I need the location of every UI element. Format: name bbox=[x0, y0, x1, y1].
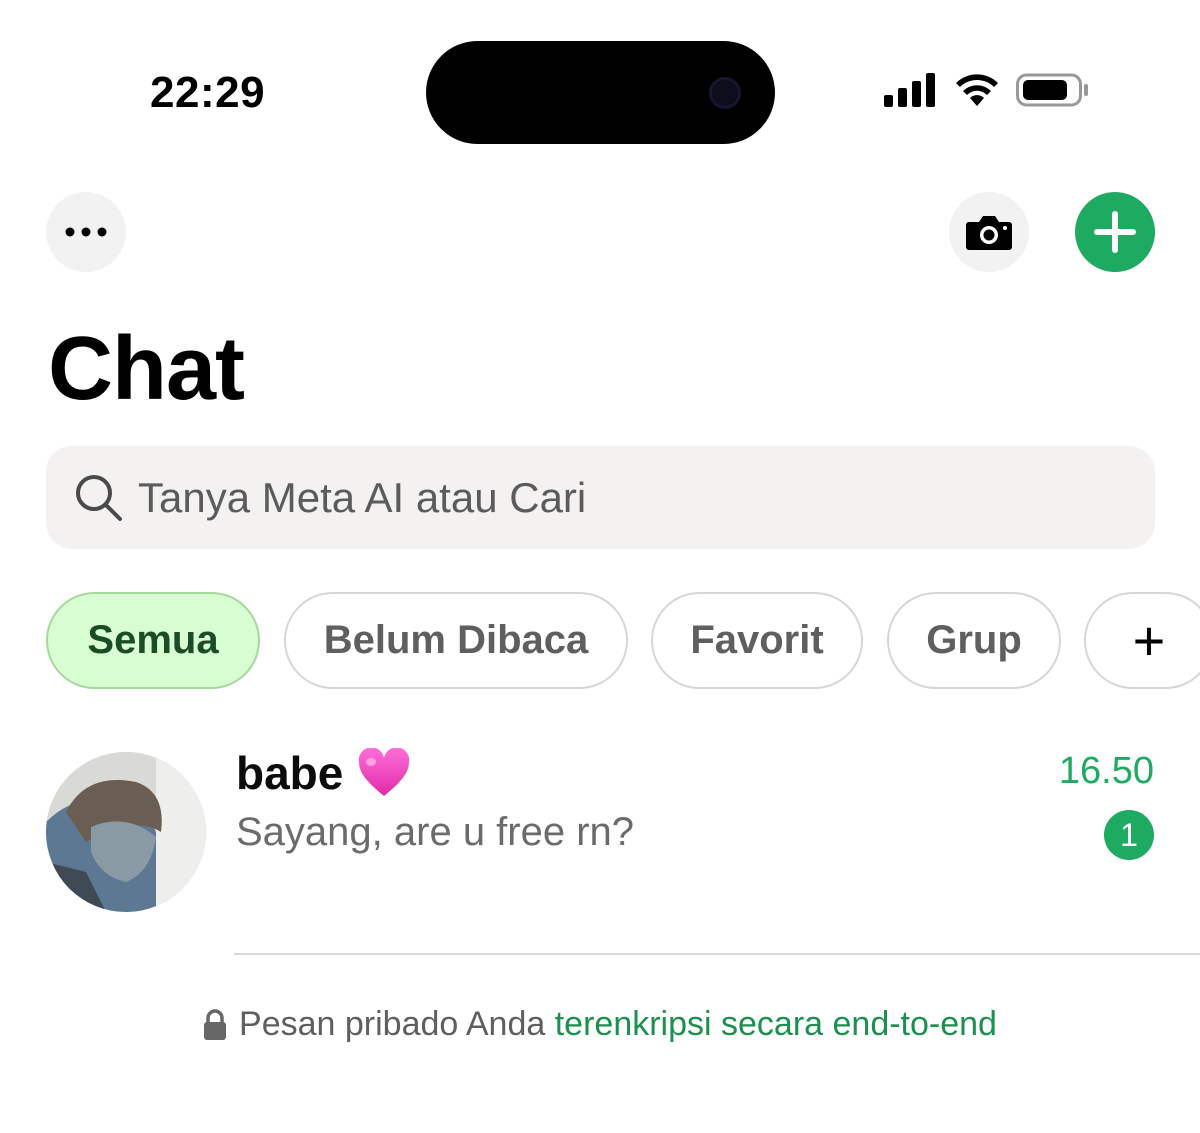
new-chat-button[interactable] bbox=[1075, 192, 1155, 272]
chats-screen: 22:29 Chat Tanya Meta AI atau Cari Semua… bbox=[0, 0, 1200, 1133]
encryption-notice: Pesan pribado Anda terenkripsi secara en… bbox=[0, 1005, 1200, 1044]
add-filter-label: + bbox=[1132, 608, 1166, 672]
cellular-signal-icon bbox=[884, 73, 935, 107]
battery-icon bbox=[1016, 73, 1088, 107]
pink-heart-icon bbox=[359, 748, 410, 796]
lock-icon bbox=[204, 1008, 227, 1040]
add-filter-button[interactable]: + bbox=[1084, 592, 1200, 689]
avatar bbox=[46, 752, 206, 912]
front-camera-icon bbox=[709, 77, 741, 109]
filter-chip-grup[interactable]: Grup bbox=[887, 592, 1061, 689]
filter-chip-belum-dibaca[interactable]: Belum Dibaca bbox=[284, 592, 628, 689]
plus-icon bbox=[1094, 211, 1136, 253]
status-time: 22:29 bbox=[150, 68, 266, 117]
filter-chip-semua[interactable]: Semua bbox=[46, 592, 260, 689]
more-options-button[interactable] bbox=[46, 192, 126, 272]
encryption-notice-text: Pesan pribado Anda bbox=[239, 1005, 546, 1043]
wifi-icon bbox=[956, 74, 998, 106]
chat-timestamp: 16.50 bbox=[1058, 750, 1154, 792]
avatar-photo bbox=[46, 752, 206, 912]
dynamic-island bbox=[426, 41, 775, 144]
chat-preview: Sayang, are u free rn? bbox=[236, 810, 635, 854]
filter-chip-favorit[interactable]: Favorit bbox=[651, 592, 863, 689]
camera-button[interactable] bbox=[949, 192, 1029, 272]
filter-chips: Semua Belum Dibaca Favorit Grup + bbox=[46, 592, 1200, 689]
encryption-link[interactable]: terenkripsi secara end-to-end bbox=[555, 1005, 997, 1043]
chat-list-item[interactable]: babe Sayang, are u free rn? 16.50 1 bbox=[0, 740, 1200, 955]
search-icon bbox=[76, 474, 122, 521]
status-icons bbox=[884, 72, 1090, 108]
unread-count-badge: 1 bbox=[1104, 810, 1154, 860]
chat-divider bbox=[234, 953, 1200, 955]
search-input[interactable] bbox=[138, 473, 1098, 522]
camera-icon bbox=[966, 216, 1012, 250]
search-bar[interactable] bbox=[46, 446, 1155, 549]
chat-name: babe bbox=[236, 746, 411, 800]
chat-name-text: babe bbox=[236, 747, 344, 799]
ellipsis-icon bbox=[65, 227, 107, 237]
page-title: Chat bbox=[48, 319, 245, 419]
